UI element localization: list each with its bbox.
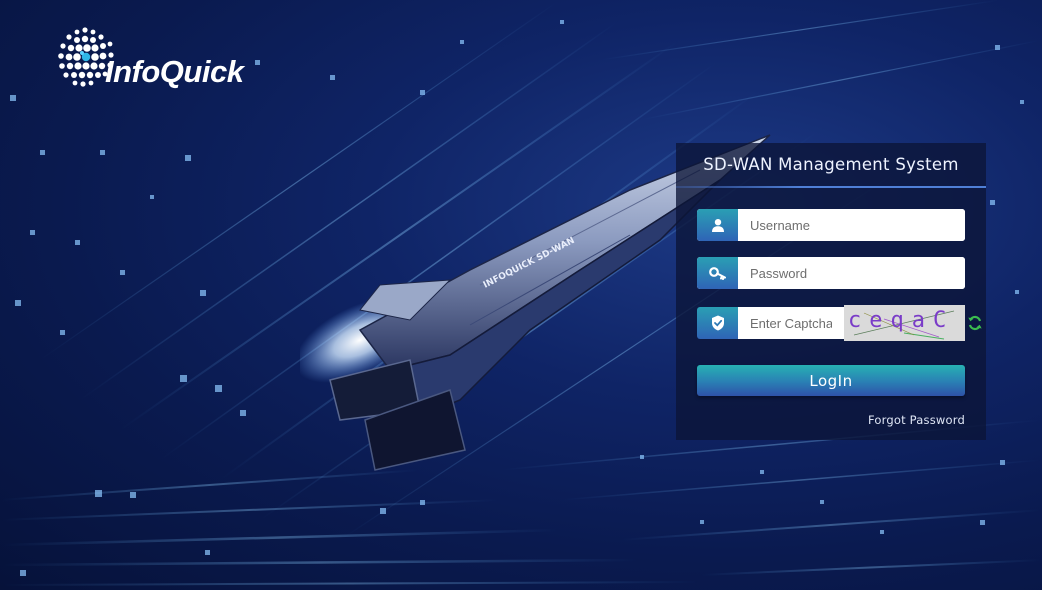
brand-logo: InfoQuick (55, 24, 244, 90)
forgot-password-link[interactable]: Forgot Password (868, 413, 965, 427)
login-button[interactable]: LogIn (697, 365, 965, 396)
captcha-text: ceqaC (848, 308, 955, 333)
login-title: SD-WAN Management System (703, 155, 959, 174)
captcha-field: ceqaC (697, 305, 965, 341)
shield-check-icon (697, 307, 738, 339)
username-field (697, 209, 965, 241)
password-input[interactable] (738, 257, 965, 289)
captcha-image[interactable]: ceqaC (844, 305, 965, 341)
captcha-input[interactable] (738, 307, 844, 339)
password-field (697, 257, 965, 289)
refresh-icon[interactable] (967, 315, 983, 331)
login-panel: SD-WAN Management System ceqaC (676, 143, 986, 440)
user-icon (697, 209, 738, 241)
brand-name: InfoQuick (105, 54, 244, 89)
username-input[interactable] (738, 209, 965, 241)
key-icon (697, 257, 738, 289)
title-divider (676, 186, 986, 188)
